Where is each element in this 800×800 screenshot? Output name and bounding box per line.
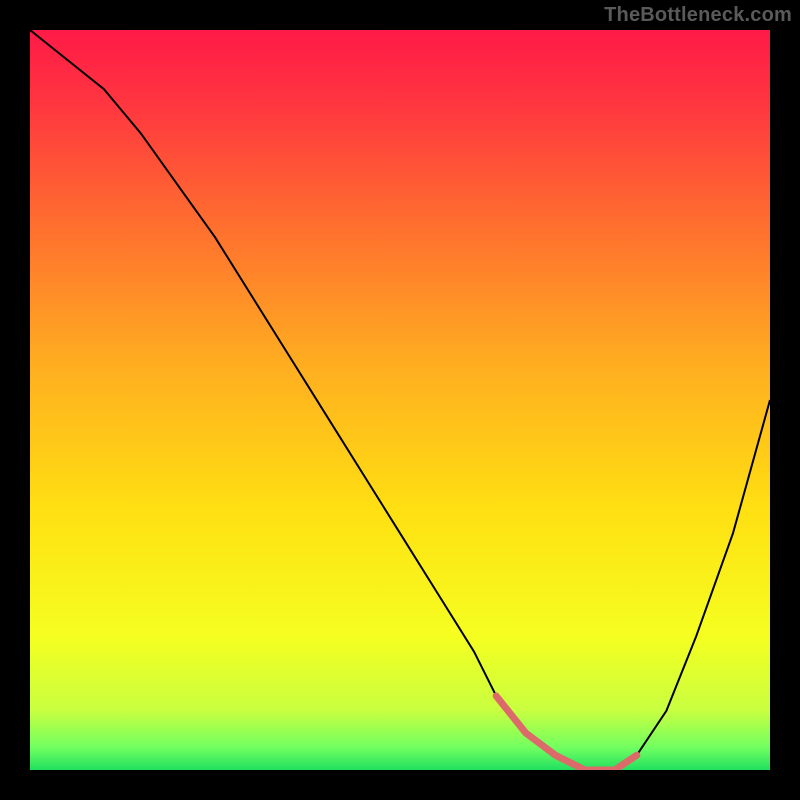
chart-frame: TheBottleneck.com [0,0,800,800]
gradient-backdrop [30,30,770,770]
chart-svg [30,30,770,770]
watermark-text: TheBottleneck.com [604,4,792,27]
plot-area [30,30,770,770]
